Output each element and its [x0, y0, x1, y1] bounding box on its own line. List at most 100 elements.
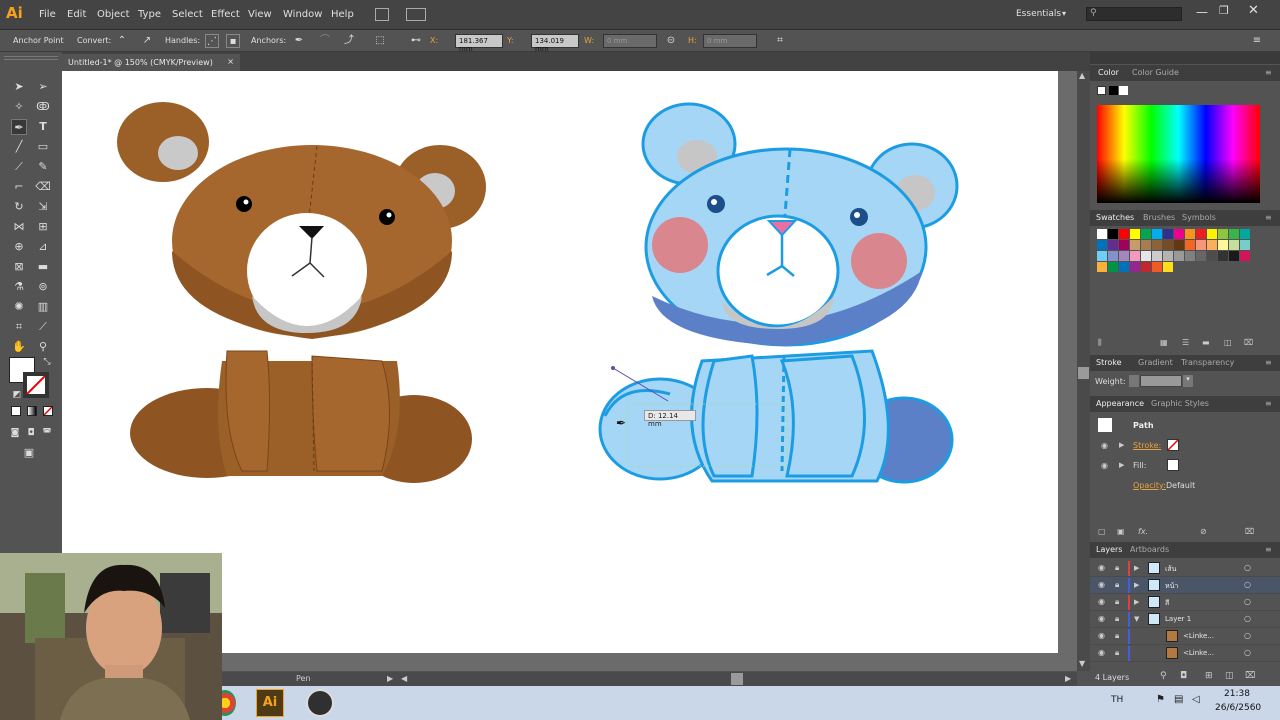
color-swatch[interactable] — [1218, 229, 1228, 239]
new-layer-icon[interactable]: ◫ — [1225, 671, 1234, 681]
zoom-tool-icon[interactable]: ⚲ — [35, 339, 51, 355]
stroke-expand-icon[interactable]: ▶ — [1119, 441, 1124, 449]
add-stroke-icon[interactable]: ▢ — [1098, 527, 1106, 536]
color-swatch[interactable] — [1130, 240, 1140, 250]
fill-visibility-eye-icon[interactable]: ◉ — [1101, 461, 1108, 470]
connect-anchor-icon[interactable]: ⌒ — [318, 34, 332, 48]
swap-fill-stroke-icon[interactable]: ⤡ — [39, 354, 55, 370]
lock-icon[interactable]: 🔒︎ — [1115, 563, 1119, 573]
blob-brush-tool-icon[interactable]: ⌐ — [11, 179, 27, 195]
draw-normal-icon[interactable]: ◙ — [7, 425, 23, 441]
visibility-eye-icon[interactable]: ◉ — [1098, 597, 1105, 606]
color-swatch[interactable] — [1229, 251, 1239, 261]
symbol-sprayer-tool-icon[interactable]: ✺ — [11, 299, 27, 315]
eyedropper-tool-icon[interactable]: ⚗ — [11, 279, 27, 295]
opacity-label[interactable]: Opacity: — [1133, 481, 1166, 490]
bridge-icon[interactable] — [375, 8, 389, 21]
clock-date[interactable]: 26/6/2560 — [1215, 703, 1261, 713]
draw-inside-icon[interactable]: ◚ — [39, 425, 55, 441]
scroll-down-icon[interactable]: ▼ — [1079, 659, 1085, 668]
line-tool-icon[interactable]: ╱ — [11, 139, 27, 155]
stroke-appearance-label[interactable]: Stroke: — [1133, 441, 1161, 450]
target-circle-icon[interactable]: ○ — [1244, 648, 1251, 657]
layer-expand-icon[interactable]: ▶ — [1134, 564, 1139, 572]
tab-transparency[interactable]: Transparency — [1181, 358, 1234, 367]
scroll-up-icon[interactable]: ▲ — [1079, 71, 1085, 80]
gradient-mode-icon[interactable] — [27, 406, 37, 416]
color-panel-menu-icon[interactable]: ≡ — [1265, 68, 1272, 77]
eraser-tool-icon[interactable]: ⌫ — [35, 179, 51, 195]
color-swatch[interactable] — [1119, 251, 1129, 261]
selection-tool-icon[interactable]: ➤ — [11, 79, 27, 95]
w-input[interactable]: 0 mm — [603, 34, 657, 48]
mesh-tool-icon[interactable]: ⊠ — [11, 259, 27, 275]
lock-icon[interactable]: 🔒︎ — [1115, 597, 1119, 607]
pen-tool-icon[interactable]: ✒ — [11, 119, 27, 135]
weight-dropdown-icon[interactable]: ▾ — [1183, 375, 1193, 387]
color-swatch[interactable] — [1108, 262, 1118, 272]
menu-select[interactable]: Select — [172, 9, 203, 20]
new-sublayer-icon[interactable]: ⊞ — [1205, 671, 1213, 681]
menu-help[interactable]: Help — [331, 9, 354, 20]
clear-appearance-icon[interactable]: ⊘ — [1200, 527, 1207, 536]
target-circle-icon[interactable]: ○ — [1244, 597, 1251, 606]
new-swatch-icon[interactable]: ◫ — [1224, 338, 1232, 347]
restore-button[interactable]: ❐ — [1219, 4, 1229, 17]
color-swatch[interactable] — [1097, 262, 1107, 272]
menu-effect[interactable]: Effect — [211, 9, 240, 20]
color-swatch[interactable] — [1152, 240, 1162, 250]
new-color-group-icon[interactable]: ▬ — [1202, 338, 1210, 347]
visibility-eye-icon[interactable]: ◉ — [1098, 631, 1105, 640]
swatch-libraries-icon[interactable]: ⫼ — [1098, 338, 1102, 348]
shape-builder-tool-icon[interactable]: ⊕ — [11, 239, 27, 255]
visibility-eye-icon[interactable]: ◉ — [1098, 614, 1105, 623]
draw-behind-icon[interactable]: ◘ — [23, 425, 39, 441]
menu-view[interactable]: View — [248, 9, 272, 20]
lock-icon[interactable]: 🔒︎ — [1115, 614, 1119, 624]
volume-icon[interactable]: ◁ — [1192, 694, 1200, 705]
color-swatch[interactable] — [1196, 251, 1206, 261]
constrain-icon[interactable]: ⊝ — [664, 34, 678, 48]
convert-corner-icon[interactable]: ⌃ — [115, 34, 129, 48]
layer-row[interactable]: ◉ 🔒︎ ○ <Linke... — [1090, 645, 1280, 662]
stroke-none-swatch[interactable] — [1167, 439, 1179, 451]
slice-tool-icon[interactable]: ⟋ — [35, 319, 51, 335]
menu-edit[interactable]: Edit — [67, 9, 86, 20]
color-swatch[interactable] — [1185, 251, 1195, 261]
color-swatch[interactable] — [1207, 229, 1217, 239]
add-effect-icon[interactable]: fx. — [1138, 527, 1148, 536]
lock-icon[interactable]: 🔒︎ — [1115, 580, 1119, 590]
fill-white-swatch[interactable] — [1167, 459, 1179, 471]
tab-gradient[interactable]: Gradient — [1138, 358, 1173, 367]
scale-tool-icon[interactable]: ⇲ — [35, 199, 51, 215]
obs-taskbar-icon[interactable] — [306, 689, 334, 717]
tray-icon-1[interactable]: ⚑ — [1156, 694, 1165, 705]
menu-type[interactable]: Type — [138, 9, 161, 20]
gradient-tool-icon[interactable]: ▬ — [35, 259, 51, 275]
tab-color[interactable]: Color — [1098, 68, 1119, 77]
close-tab-icon[interactable]: × — [227, 57, 234, 66]
color-spectrum[interactable] — [1097, 105, 1260, 203]
color-swatch[interactable] — [1141, 229, 1151, 239]
color-swatch[interactable] — [1185, 229, 1195, 239]
convert-smooth-icon[interactable]: ↗ — [140, 34, 154, 48]
panel-menu-icon[interactable]: ≡ — [1250, 34, 1264, 48]
locate-object-icon[interactable]: ⚲ — [1160, 671, 1167, 681]
add-fill-icon[interactable]: ▣ — [1117, 527, 1125, 536]
vertical-scrollbar[interactable]: ▲ ▼ — [1077, 71, 1090, 671]
show-kinds-icon[interactable]: ▦ — [1160, 338, 1168, 347]
network-icon[interactable]: ▤ — [1174, 694, 1183, 705]
show-handles-icon[interactable]: ⋰ — [205, 34, 219, 48]
tab-color-guide[interactable]: Color Guide — [1132, 68, 1179, 77]
color-swatch[interactable] — [1130, 262, 1140, 272]
swatch-options-icon[interactable]: ☰ — [1182, 338, 1189, 347]
magic-wand-tool-icon[interactable]: ✧ — [11, 99, 27, 115]
align-icon[interactable]: ⊷ — [409, 34, 423, 48]
swatches-panel-menu-icon[interactable]: ≡ — [1265, 213, 1272, 222]
color-swatch[interactable] — [1152, 251, 1162, 261]
toolbox-grip[interactable] — [4, 56, 58, 60]
default-fill-stroke-icon[interactable]: ◩ — [9, 387, 25, 403]
tab-swatches[interactable]: Swatches — [1096, 213, 1134, 222]
language-indicator[interactable]: TH — [1111, 695, 1123, 705]
free-transform-tool-icon[interactable]: ⊞ — [35, 219, 51, 235]
